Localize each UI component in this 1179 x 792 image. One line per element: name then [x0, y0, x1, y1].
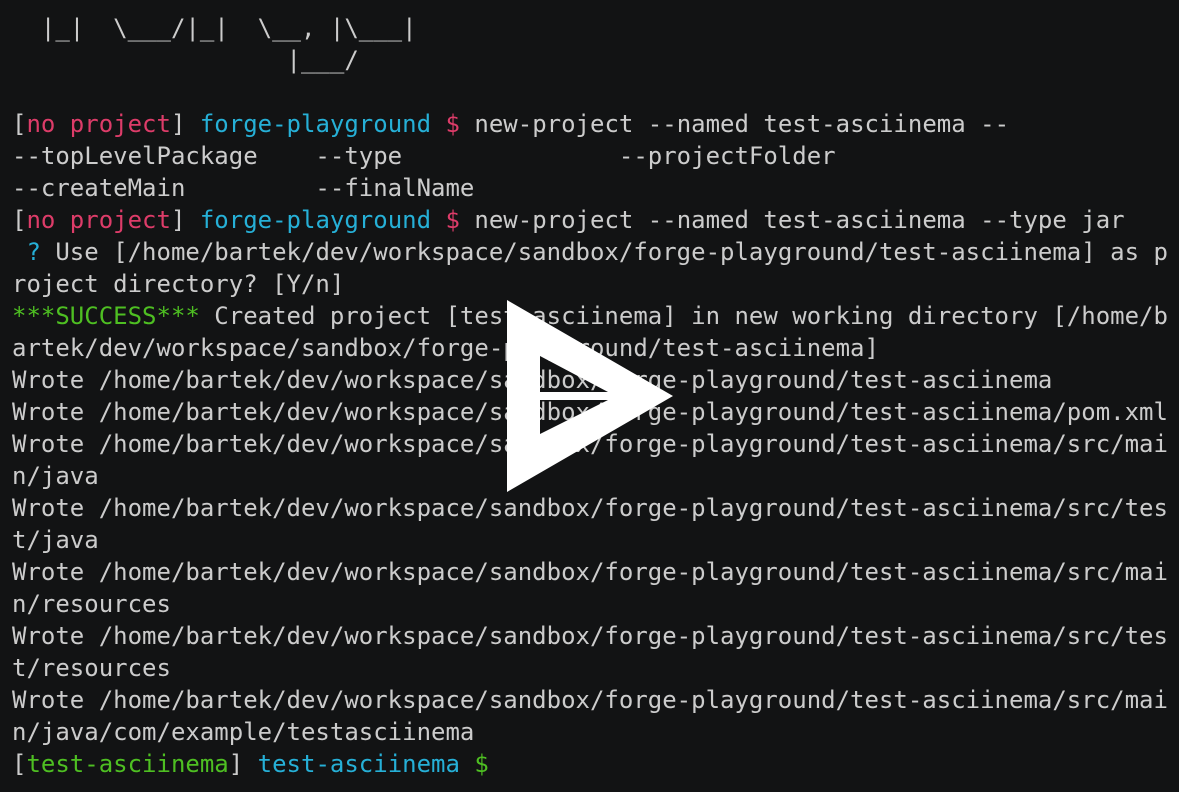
terminal-text-segment: test-asciinema [26, 750, 229, 778]
terminal-line: Wrote /home/bartek/dev/workspace/sandbox… [12, 620, 1172, 652]
terminal-text-segment: test-asciinema [257, 750, 460, 778]
terminal-text-segment: forge-playground [199, 206, 432, 234]
terminal-line: |___/ [12, 44, 1172, 76]
terminal-line: t/java [12, 524, 1172, 556]
terminal-text-segment: |___/ [12, 46, 359, 74]
terminal-line: ? Use [/home/bartek/dev/workspace/sandbo… [12, 236, 1172, 268]
terminal-text-segment: Use [/home/bartek/dev/workspace/sandbox/… [40, 238, 1168, 266]
terminal-text-segment: n/resources [12, 590, 171, 618]
terminal-line: --createMain --finalName [12, 172, 1172, 204]
terminal-text-segment: $ [431, 110, 460, 138]
terminal-text-segment: forge-playground [199, 110, 432, 138]
terminal-text-segment: --topLevelPackage --type --projectFolder [12, 142, 836, 170]
terminal-text-segment: |_| \___/|_| \__, |\___| [12, 14, 417, 42]
terminal-text-segment: artek/dev/workspace/sandbox/forge-playgr… [12, 334, 879, 362]
terminal-line: [no project] forge-playground $ new-proj… [12, 108, 1172, 140]
terminal-text-segment: $ [431, 206, 460, 234]
terminal-text-segment: new-project --named test-asciinema --typ… [459, 206, 1125, 234]
terminal-text-segment: roject directory? [Y/n] [12, 270, 345, 298]
terminal-line: [no project] forge-playground $ new-proj… [12, 204, 1172, 236]
terminal-text-segment: ? [12, 238, 41, 266]
terminal-text-segment: ***SUCCESS*** [12, 302, 200, 330]
terminal-line: n/java/com/example/testasciinema [12, 716, 1172, 748]
terminal-line: n/resources [12, 588, 1172, 620]
play-button[interactable] [500, 296, 680, 496]
terminal-text-segment: t/resources [12, 654, 171, 682]
terminal-line: Wrote /home/bartek/dev/workspace/sandbox… [12, 556, 1172, 588]
terminal-text-segment: Wrote /home/bartek/dev/workspace/sandbox… [12, 558, 1168, 586]
terminal-text-segment: ] [170, 206, 200, 234]
terminal-text-segment: $ [459, 750, 489, 778]
terminal-text-segment: Wrote /home/bartek/dev/workspace/sandbox… [12, 494, 1168, 522]
terminal-text-segment: [ [12, 206, 27, 234]
terminal-line: --topLevelPackage --type --projectFolder [12, 140, 1172, 172]
terminal-text-segment: [ [12, 750, 27, 778]
terminal-text-segment: [ [12, 110, 27, 138]
terminal-text-segment: Wrote /home/bartek/dev/workspace/sandbox… [12, 686, 1168, 714]
terminal-text-segment: n/java [12, 462, 99, 490]
terminal-text-segment: ] [170, 110, 200, 138]
terminal-line: [test-asciinema] test-asciinema $ [12, 748, 1172, 780]
play-icon [507, 300, 673, 492]
terminal-text-segment: Wrote /home/bartek/dev/workspace/sandbox… [12, 622, 1168, 650]
terminal-text-segment: no project [26, 206, 171, 234]
terminal-text-segment: --createMain --finalName [12, 174, 475, 202]
terminal-text-segment: Created project [test-asciinema] in new … [199, 302, 1168, 330]
terminal-text-segment: t/java [12, 526, 99, 554]
terminal-text-segment: new-project --named test-asciinema -- [459, 110, 1010, 138]
terminal-text-segment: ] [228, 750, 258, 778]
terminal-line: Wrote /home/bartek/dev/workspace/sandbox… [12, 684, 1172, 716]
terminal-line: t/resources [12, 652, 1172, 684]
terminal-line: Wrote /home/bartek/dev/workspace/sandbox… [12, 492, 1172, 524]
terminal-text-segment: n/java/com/example/testasciinema [12, 718, 475, 746]
terminal-line: |_| \___/|_| \__, |\___| [12, 12, 1172, 44]
terminal-text-segment: no project [26, 110, 171, 138]
